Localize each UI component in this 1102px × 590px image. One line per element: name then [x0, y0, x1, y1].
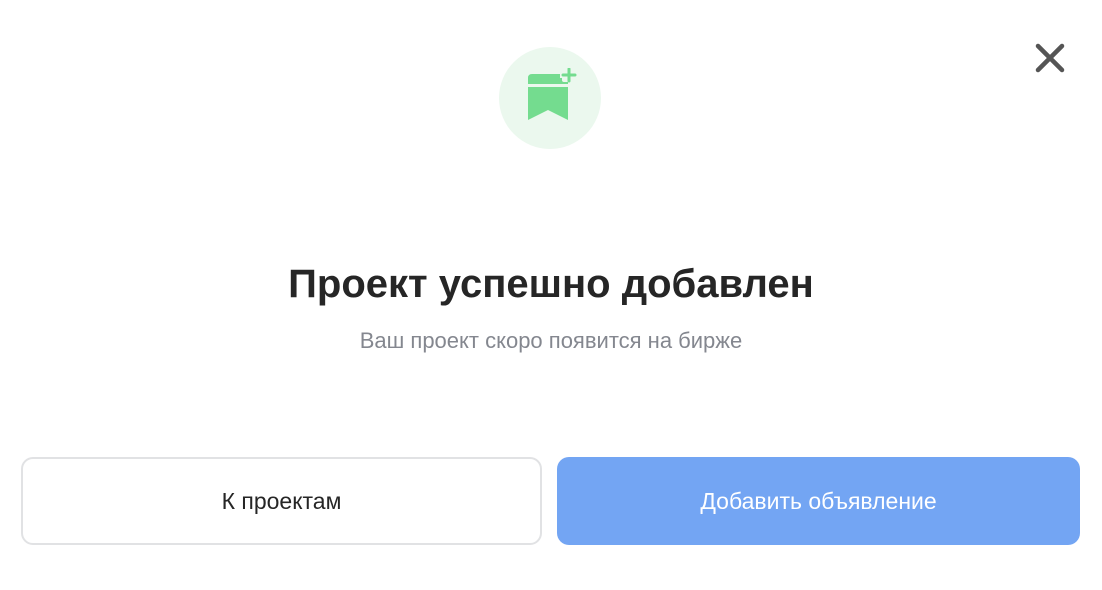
add-listing-button-label: Добавить объявление	[700, 487, 937, 514]
success-dialog: Проект успешно добавлен Ваш проект скоро…	[0, 0, 1102, 590]
bookmark-plus-icon	[528, 68, 577, 120]
close-icon	[1035, 43, 1065, 73]
to-projects-button[interactable]: К проектам	[21, 457, 542, 545]
to-projects-button-label: К проектам	[221, 487, 342, 514]
dialog-subtitle: Ваш проект скоро появится на бирже	[359, 328, 743, 353]
add-listing-button[interactable]: Добавить объявление	[557, 457, 1080, 545]
close-button[interactable]	[1030, 38, 1070, 78]
dialog-title: Проект успешно добавлен	[288, 262, 814, 306]
success-icon-badge	[499, 47, 601, 149]
